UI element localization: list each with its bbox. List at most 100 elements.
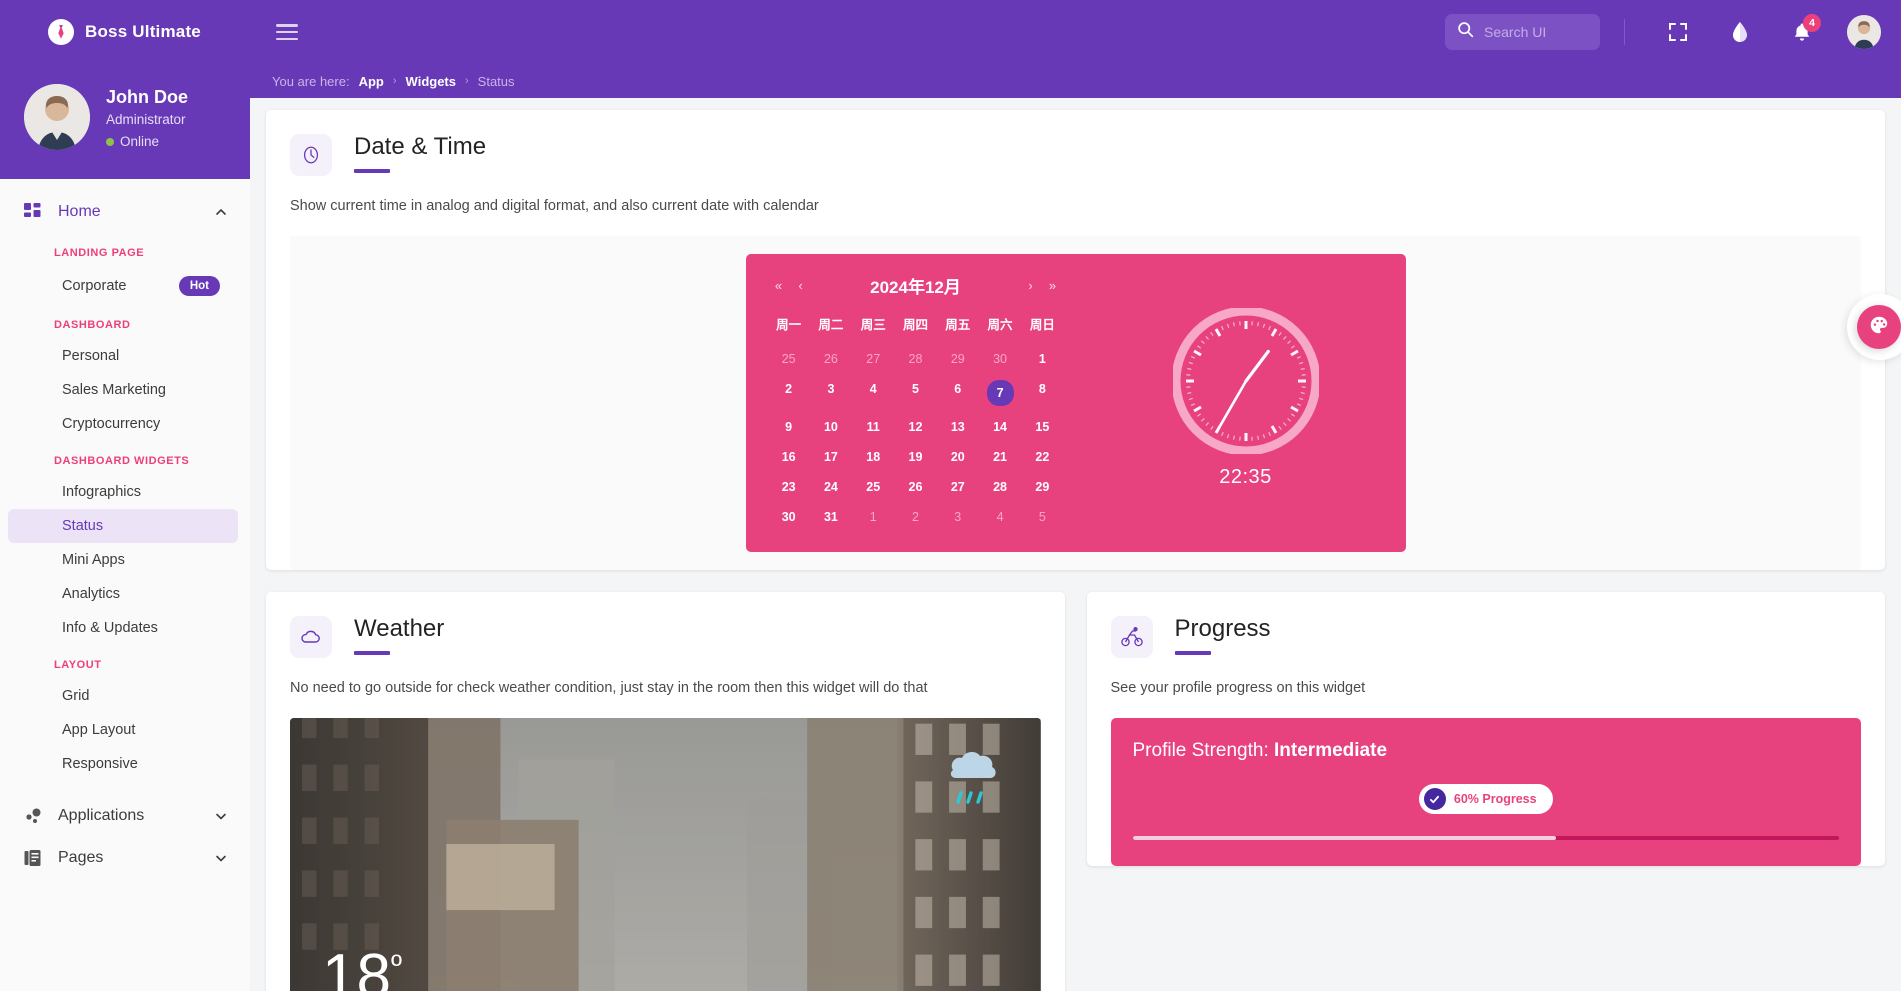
calendar-day[interactable]: 8 bbox=[1021, 374, 1063, 412]
chevron-down-icon[interactable] bbox=[214, 809, 228, 823]
calendar-day[interactable]: 3 bbox=[810, 374, 852, 412]
sidebar-item-info-updates[interactable]: Info & Updates bbox=[8, 611, 238, 645]
calendar-day[interactable]: 3 bbox=[937, 502, 979, 532]
calendar: « ‹ 2024年12月 › » 周一 周二 周三 周四 周五 周六 周日 25 26 27 28 2… bbox=[746, 254, 1086, 552]
calendar-prev-month-button[interactable]: ‹ bbox=[790, 278, 812, 293]
calendar-day[interactable]: 19 bbox=[894, 442, 936, 472]
card-description: No need to go outside for check weather … bbox=[290, 680, 928, 696]
calendar-day[interactable]: 13 bbox=[937, 412, 979, 442]
weather-photo: 18º bbox=[290, 718, 1041, 991]
calendar-day[interactable]: 27 bbox=[937, 472, 979, 502]
calendar-day[interactable]: 28 bbox=[979, 472, 1021, 502]
search-input[interactable] bbox=[1484, 24, 1588, 40]
calendar-day[interactable]: 9 bbox=[768, 412, 810, 442]
calendar-day[interactable]: 21 bbox=[979, 442, 1021, 472]
calendar-weekday: 周四 bbox=[902, 318, 928, 332]
sidebar-item-grid[interactable]: Grid bbox=[8, 679, 238, 713]
calendar-header: « ‹ 2024年12月 › » bbox=[768, 268, 1064, 302]
calendar-day[interactable]: 23 bbox=[768, 472, 810, 502]
calendar-day[interactable]: 27 bbox=[852, 344, 894, 374]
sidebar-item-app-layout[interactable]: App Layout bbox=[8, 713, 238, 747]
calendar-day[interactable]: 2 bbox=[768, 374, 810, 412]
sidebar-section-layout: LAYOUT bbox=[54, 659, 102, 671]
calendar-day[interactable]: 26 bbox=[894, 472, 936, 502]
sidebar-item-mini-apps[interactable]: Mini Apps bbox=[8, 543, 238, 577]
calendar-day[interactable]: 26 bbox=[810, 344, 852, 374]
calendar-day[interactable]: 4 bbox=[979, 502, 1021, 532]
user-profile[interactable]: John Doe Administrator Online bbox=[0, 64, 250, 153]
calendar-day[interactable]: 16 bbox=[768, 442, 810, 472]
calendar-day[interactable]: 5 bbox=[894, 374, 936, 412]
sidebar-item-mini-apps-label: Mini Apps bbox=[62, 552, 125, 568]
hamburger-icon[interactable] bbox=[276, 24, 298, 40]
calendar-next-year-button[interactable]: » bbox=[1042, 278, 1064, 293]
user-name: John Doe bbox=[106, 87, 189, 107]
calendar-day-selected: 7 bbox=[986, 380, 1014, 406]
calendar-day[interactable]: 29 bbox=[1021, 472, 1063, 502]
calendar-day[interactable]: 17 bbox=[810, 442, 852, 472]
calendar-day[interactable]: 1 bbox=[852, 502, 894, 532]
clock-icon bbox=[290, 134, 332, 176]
avatar[interactable] bbox=[1847, 15, 1881, 49]
calendar-day[interactable]: 18 bbox=[852, 442, 894, 472]
topbar-divider bbox=[1624, 19, 1625, 45]
title-underline bbox=[1174, 651, 1211, 656]
breadcrumb-separator: › bbox=[465, 75, 469, 87]
calendar-day[interactable]: 2 bbox=[894, 502, 936, 532]
calendar-day[interactable]: 22 bbox=[1021, 442, 1063, 472]
calendar-day[interactable]: 14 bbox=[979, 412, 1021, 442]
calendar-day[interactable]: 5 bbox=[1021, 502, 1063, 532]
fullscreen-icon[interactable] bbox=[1667, 21, 1689, 43]
sidebar-item-cryptocurrency[interactable]: Cryptocurrency bbox=[8, 407, 238, 441]
sidebar-item-home[interactable]: Home bbox=[0, 191, 250, 233]
brand[interactable]: Boss Ultimate bbox=[0, 0, 250, 64]
sidebar-item-status[interactable]: Status bbox=[8, 509, 238, 543]
sidebar-item-responsive[interactable]: Responsive bbox=[8, 747, 238, 781]
sidebar-item-analytics[interactable]: Analytics bbox=[8, 577, 238, 611]
calendar-day[interactable]: 1 bbox=[1021, 344, 1063, 374]
contrast-icon[interactable] bbox=[1729, 21, 1751, 43]
breadcrumb-item-widgets[interactable]: Widgets bbox=[406, 74, 456, 89]
calendar-day[interactable]: 30 bbox=[768, 502, 810, 532]
sidebar-item-status-label: Status bbox=[62, 518, 104, 534]
calendar-day[interactable]: 7 bbox=[979, 374, 1021, 412]
breadcrumb-item-app[interactable]: App bbox=[359, 74, 384, 89]
calendar-day[interactable]: 15 bbox=[1021, 412, 1063, 442]
card-header: Weather bbox=[266, 592, 1065, 658]
theme-settings-button[interactable] bbox=[1857, 305, 1901, 349]
calendar-weekday: 周一 bbox=[776, 318, 802, 332]
calendar-day[interactable]: 28 bbox=[894, 344, 936, 374]
calendar-day[interactable]: 24 bbox=[810, 472, 852, 502]
content-area: Date & Time Show current time in analog … bbox=[250, 98, 1901, 991]
chevron-up-icon[interactable] bbox=[214, 205, 228, 219]
search-box[interactable] bbox=[1445, 14, 1600, 50]
chevron-down-icon[interactable] bbox=[214, 851, 228, 865]
widgets-row: Weather No need to go outside for check … bbox=[266, 592, 1885, 991]
user-status: Online bbox=[106, 131, 188, 153]
calendar-day[interactable]: 25 bbox=[852, 472, 894, 502]
calendar-day[interactable]: 20 bbox=[937, 442, 979, 472]
calendar-prev-year-button[interactable]: « bbox=[768, 278, 790, 293]
bell-icon[interactable]: 4 bbox=[1791, 14, 1821, 43]
city-street-photo bbox=[290, 718, 1041, 991]
page-title: Date & Time bbox=[354, 133, 487, 160]
calendar-day[interactable]: 12 bbox=[894, 412, 936, 442]
sidebar-item-pages[interactable]: Pages bbox=[0, 837, 250, 879]
calendar-next-month-button[interactable]: › bbox=[1020, 278, 1042, 293]
calendar-day[interactable]: 11 bbox=[852, 412, 894, 442]
calendar-day[interactable]: 29 bbox=[937, 344, 979, 374]
sidebar-item-applications[interactable]: Applications bbox=[0, 795, 250, 837]
sidebar-item-infographics[interactable]: Infographics bbox=[8, 475, 238, 509]
sidebar-item-responsive-label: Responsive bbox=[62, 756, 138, 772]
calendar-day[interactable]: 31 bbox=[810, 502, 852, 532]
sidebar-item-sales-marketing[interactable]: Sales Marketing bbox=[8, 373, 238, 407]
calendar-day[interactable]: 10 bbox=[810, 412, 852, 442]
weather-column: Weather No need to go outside for check … bbox=[266, 592, 1065, 991]
calendar-day[interactable]: 6 bbox=[937, 374, 979, 412]
calendar-title[interactable]: 2024年12月 bbox=[812, 273, 1020, 298]
calendar-day[interactable]: 4 bbox=[852, 374, 894, 412]
sidebar-item-corporate[interactable]: Corporate Hot bbox=[8, 267, 238, 305]
calendar-day[interactable]: 25 bbox=[768, 344, 810, 374]
sidebar-item-personal[interactable]: Personal bbox=[8, 339, 238, 373]
calendar-day[interactable]: 30 bbox=[979, 344, 1021, 374]
